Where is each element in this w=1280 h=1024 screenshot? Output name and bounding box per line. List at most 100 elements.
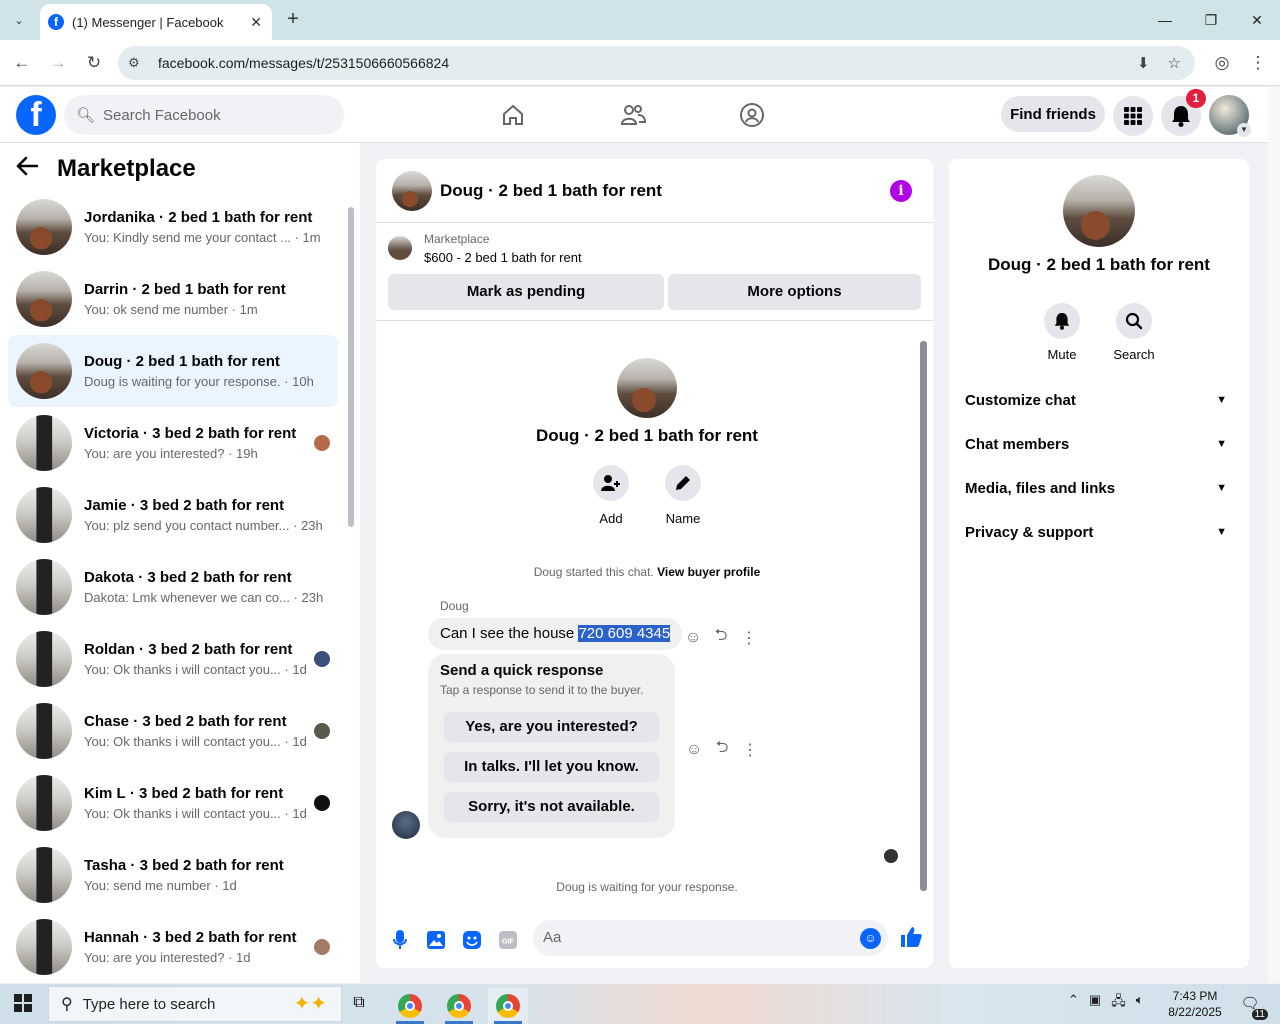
more-icon[interactable]: ⋮: [740, 740, 760, 760]
back-arrow-icon[interactable]: [16, 156, 46, 182]
chrome-taskbar-icon[interactable]: [439, 988, 479, 1024]
conversation-snippet: Doug is waiting for your response.: [84, 374, 281, 389]
conversation-snippet: You: Ok thanks i will contact you...: [84, 806, 281, 821]
emoji-icon[interactable]: ☺: [860, 928, 881, 949]
thumbs-up-icon[interactable]: [899, 925, 923, 951]
gif-icon[interactable]: GIF: [496, 928, 520, 952]
meet-now-icon[interactable]: ▣: [1089, 992, 1101, 1014]
react-smiley-icon[interactable]: ☺: [684, 741, 704, 759]
more-options-button[interactable]: More options: [668, 274, 921, 310]
forward-icon[interactable]: →: [46, 52, 70, 74]
chevron-down-icon: ▼: [1216, 526, 1227, 538]
install-app-icon[interactable]: ⬇: [1137, 54, 1150, 72]
facebook-logo[interactable]: f: [16, 95, 56, 135]
close-window-icon[interactable]: ✕: [1242, 8, 1272, 32]
reply-icon[interactable]: ⮌: [711, 624, 731, 651]
task-view-icon[interactable]: ⧉: [348, 992, 370, 1014]
search-in-chat-button[interactable]: Search: [1104, 303, 1164, 362]
media-files-links-section[interactable]: Media, files and links ▼: [965, 466, 1233, 510]
message-input[interactable]: Aa: [533, 920, 888, 956]
quick-reply-button[interactable]: In talks. I'll let you know.: [444, 752, 659, 782]
sender-avatar[interactable]: [392, 811, 420, 839]
tab-dropdown-icon[interactable]: ⌄: [8, 9, 30, 31]
conversation-time: 1m: [239, 302, 258, 317]
mute-button[interactable]: Mute: [1032, 303, 1092, 362]
minimize-icon[interactable]: —: [1150, 8, 1180, 32]
privacy-support-section[interactable]: Privacy & support ▼: [965, 510, 1233, 554]
conversation-item[interactable]: Chase · 3 bed 2 bath for rent You: Ok tha…: [8, 695, 338, 767]
address-bar[interactable]: ⚙ facebook.com/messages/t/25315066605668…: [118, 46, 1195, 80]
taskbar-search-input[interactable]: ⚲ Type here to search ✦✦: [48, 986, 342, 1022]
info-panel-avatar[interactable]: [1063, 175, 1135, 247]
chevron-up-icon[interactable]: ⌃: [1068, 992, 1079, 1014]
conversation-item[interactable]: Doug · 2 bed 1 bath for rent Doug is wait…: [8, 335, 338, 407]
conversation-avatar: [16, 415, 72, 471]
facebook-favicon: f: [48, 14, 64, 30]
quick-reply-button[interactable]: Sorry, it's not available.: [444, 792, 659, 822]
conversation-item[interactable]: Victoria · 3 bed 2 bath for rent You: are…: [8, 407, 338, 479]
contact-name: Darrin: [84, 281, 129, 298]
back-icon[interactable]: ←: [10, 52, 34, 74]
conversation-item[interactable]: Jamie · 3 bed 2 bath for rent You: plz se…: [8, 479, 338, 551]
quick-reply-button[interactable]: Yes, are you interested?: [444, 712, 659, 742]
name-button[interactable]: Name: [653, 465, 713, 526]
more-icon[interactable]: ⋮: [739, 628, 759, 648]
notification-center-icon[interactable]: 🗨︎ 11: [1238, 994, 1268, 1020]
chat-avatar[interactable]: [392, 170, 432, 211]
chat-scrollbar[interactable]: [918, 325, 930, 905]
profile-icon[interactable]: ◎: [1210, 52, 1234, 74]
bookmark-star-icon[interactable]: ☆: [1168, 54, 1181, 72]
conversation-item[interactable]: Dakota · 3 bed 2 bath for rent Dakota: Lm…: [8, 551, 338, 623]
reply-icon[interactable]: ⮌: [712, 736, 732, 763]
menu-grid-icon[interactable]: [1113, 96, 1153, 136]
site-settings-icon[interactable]: ⚙: [128, 55, 148, 71]
menu-icon[interactable]: ⋮: [1246, 52, 1270, 74]
marketplace-listing[interactable]: Marketplace $600 - 2 bed 1 bath for rent: [388, 232, 582, 265]
conversation-item[interactable]: Darrin · 2 bed 1 bath for rent You: ok se…: [8, 263, 338, 335]
chat-title[interactable]: Doug · 2 bed 1 bath for rent: [440, 181, 662, 201]
conversation-snippet: You: are you interested?: [84, 446, 225, 461]
conversation-item[interactable]: Kim L · 3 bed 2 bath for rent You: Ok tha…: [8, 767, 338, 839]
chat-profile-avatar[interactable]: [617, 358, 677, 418]
message-phone-number[interactable]: 720 609 4345: [578, 625, 671, 642]
chevron-down-icon: ▼: [1216, 394, 1227, 406]
groups-icon[interactable]: [737, 100, 767, 130]
sidebar-scrollbar[interactable]: [346, 195, 356, 980]
conversation-snippet-row: You: send me number · 1d: [84, 878, 237, 893]
facebook-search-input[interactable]: 🔍︎ Search Facebook: [64, 95, 344, 135]
customize-chat-section[interactable]: Customize chat ▼: [965, 378, 1233, 422]
home-icon[interactable]: [498, 100, 528, 130]
conversation-item[interactable]: Tasha · 3 bed 2 bath for rent You: send m…: [8, 839, 338, 911]
sticker-icon[interactable]: [460, 928, 484, 952]
chat-profile-name: Doug · 2 bed 1 bath for rent: [536, 426, 758, 445]
conversation-item[interactable]: Roldan · 3 bed 2 bath for rent You: Ok th…: [8, 623, 338, 695]
view-buyer-profile-link[interactable]: View buyer profile: [657, 565, 760, 579]
new-tab-icon[interactable]: +: [282, 8, 304, 30]
add-button[interactable]: Add: [581, 465, 641, 526]
browser-tab[interactable]: f (1) Messenger | Facebook ✕: [40, 4, 272, 40]
friends-icon[interactable]: [618, 100, 648, 130]
restore-icon[interactable]: ❐: [1196, 8, 1226, 32]
chrome-taskbar-icon[interactable]: [488, 988, 528, 1024]
close-tab-icon[interactable]: ✕: [250, 14, 262, 31]
photo-icon[interactable]: [424, 928, 448, 952]
message-bubble[interactable]: Can I see the house 720 609 4345: [428, 618, 683, 650]
conversation-avatar: [16, 919, 72, 975]
reload-icon[interactable]: ↻: [82, 52, 106, 74]
chat-members-section[interactable]: Chat members ▼: [965, 422, 1233, 466]
volume-icon[interactable]: 🔈︎: [1136, 992, 1144, 1014]
account-avatar[interactable]: ▼: [1209, 95, 1251, 137]
page-scrollbar[interactable]: [1268, 87, 1280, 983]
windows-start-icon[interactable]: [14, 994, 32, 1012]
url-text[interactable]: facebook.com/messages/t/2531506660566824: [158, 55, 1119, 71]
chrome-taskbar-icon[interactable]: [390, 988, 430, 1024]
taskbar-clock[interactable]: 7:43 PM 8/22/2025: [1160, 988, 1230, 1020]
conversation-item[interactable]: Jordanika · 2 bed 1 bath for rent You: Ki…: [8, 191, 338, 263]
info-icon[interactable]: i: [890, 180, 912, 202]
conversation-item[interactable]: Hannah · 3 bed 2 bath for rent You: are y…: [8, 911, 338, 983]
mark-as-pending-button[interactable]: Mark as pending: [388, 274, 664, 310]
microphone-icon[interactable]: [388, 928, 412, 952]
network-icon[interactable]: 🖧︎: [1111, 992, 1126, 1014]
find-friends-button[interactable]: Find friends: [1001, 96, 1105, 132]
react-smiley-icon[interactable]: ☺: [683, 629, 703, 647]
